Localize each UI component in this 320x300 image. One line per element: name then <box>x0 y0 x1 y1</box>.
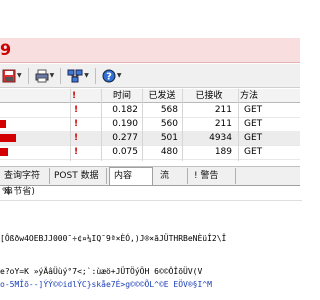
column-header-sent[interactable]: 已发送 <box>142 89 182 103</box>
sent-cell: 501 <box>160 133 178 143</box>
url-fragment: 9 <box>0 40 12 59</box>
chevron-down-icon: ▼ <box>116 72 122 79</box>
print-button[interactable]: ▼ <box>35 67 55 85</box>
tab-content[interactable]: 内容 <box>109 167 153 185</box>
sent-cell: 568 <box>160 105 178 115</box>
column-divider[interactable] <box>70 89 71 161</box>
help-icon: ? <box>102 69 116 82</box>
method-cell: GET <box>244 133 263 143</box>
column-divider[interactable] <box>101 89 102 161</box>
warning-flag: ! <box>74 119 79 129</box>
toolbar: ▼ ▼ ▼ ? ▼ <box>0 64 300 88</box>
column-divider[interactable] <box>238 89 239 161</box>
tab-query-string[interactable]: 查询字符串 <box>0 168 50 197</box>
column-header-received[interactable]: 已接收 <box>182 89 236 103</box>
warning-flag: ! <box>74 105 79 115</box>
network-icon <box>67 69 83 82</box>
timeline-bar <box>0 134 16 142</box>
column-header-method[interactable]: 方法 <box>240 89 280 103</box>
top-strip <box>0 0 300 40</box>
table-row[interactable]: ! 0.075 480 189 GET <box>0 145 300 160</box>
time-cell: 0.190 <box>112 119 138 129</box>
timeline-bar <box>0 120 6 128</box>
grid-header: ! 时间 已发送 已接收 方法 <box>0 89 300 103</box>
column-header-time[interactable]: 时间 <box>102 89 142 103</box>
method-cell: GET <box>244 119 263 129</box>
svg-text:?: ? <box>106 71 112 82</box>
time-cell: 0.277 <box>112 133 138 143</box>
time-cell: 0.075 <box>112 147 138 157</box>
save-icon <box>2 69 16 82</box>
content-line: o-5MÎõ--]ÝÝ©©idlÝC}skåe7É>g©©©ÕL^©E EÖV®… <box>0 280 212 289</box>
url-field[interactable]: 9 <box>0 38 300 63</box>
content-line: e?oY=K »ýÄâÜùý°7<;`:ùæö+JÜTÖýÖH 6©©ÔÎõÜV… <box>0 267 202 276</box>
tab-post-data[interactable]: POST 数据 <box>50 168 107 184</box>
timeline-bar <box>0 148 8 156</box>
sent-cell: 560 <box>160 119 178 129</box>
chevron-down-icon: ▼ <box>84 72 89 79</box>
chevron-down-icon: ▼ <box>49 72 55 79</box>
method-cell: GET <box>244 147 263 157</box>
time-cell: 0.182 <box>112 105 138 115</box>
toolbar-divider <box>94 67 96 84</box>
toolbar-divider <box>60 67 62 84</box>
print-icon <box>35 69 49 82</box>
method-cell: GET <box>244 105 263 115</box>
table-row[interactable]: ! 0.277 501 4934 GET <box>0 131 300 146</box>
detail-tabs: 查询字符串 POST 数据 内容 流 ! 警告 <box>0 166 300 197</box>
tab-warnings[interactable]: ! 警告 <box>190 168 236 184</box>
received-cell: 4934 <box>209 133 232 143</box>
received-cell: 189 <box>214 147 232 157</box>
tab-stream[interactable]: 流 <box>156 168 188 184</box>
session-grid: ! 时间 已发送 已接收 方法 ! 0.182 568 211 GET ! 0.… <box>0 89 300 161</box>
save-button[interactable]: ▼ <box>2 67 22 85</box>
compression-summary: % 节省) <box>0 184 302 201</box>
received-cell: 211 <box>214 119 232 129</box>
received-cell: 211 <box>214 105 232 115</box>
table-row[interactable]: ! 0.182 568 211 GET <box>0 103 300 118</box>
network-button[interactable]: ▼ <box>67 67 89 85</box>
content-viewer[interactable]: [Ôßðw4OEBJJ000¯÷¢¤¼IQ¯9ª×ÈÓ,)J®×ãJÜTHRBe… <box>0 200 300 300</box>
column-divider[interactable] <box>182 89 183 161</box>
toolbar-divider <box>27 67 29 84</box>
sent-cell: 480 <box>160 147 178 157</box>
column-header-flag[interactable]: ! <box>72 89 82 103</box>
content-line: [Ôßðw4OEBJJ000¯÷¢¤¼IQ¯9ª×ÈÓ,)J®×ãJÜTHRBe… <box>0 234 227 243</box>
table-row[interactable]: ! 0.190 560 211 GET <box>0 117 300 132</box>
content-fragment: e?oY=K »ýÄâÜùý°7<;`:ùæö+JÜTÖýÖH 6©©ÔÎõÜV… <box>0 267 203 276</box>
help-button[interactable]: ? ▼ <box>102 67 122 85</box>
warning-flag: ! <box>74 147 79 157</box>
warning-flag: ! <box>74 133 79 143</box>
column-divider[interactable] <box>142 89 143 161</box>
chevron-down-icon: ▼ <box>17 72 22 79</box>
